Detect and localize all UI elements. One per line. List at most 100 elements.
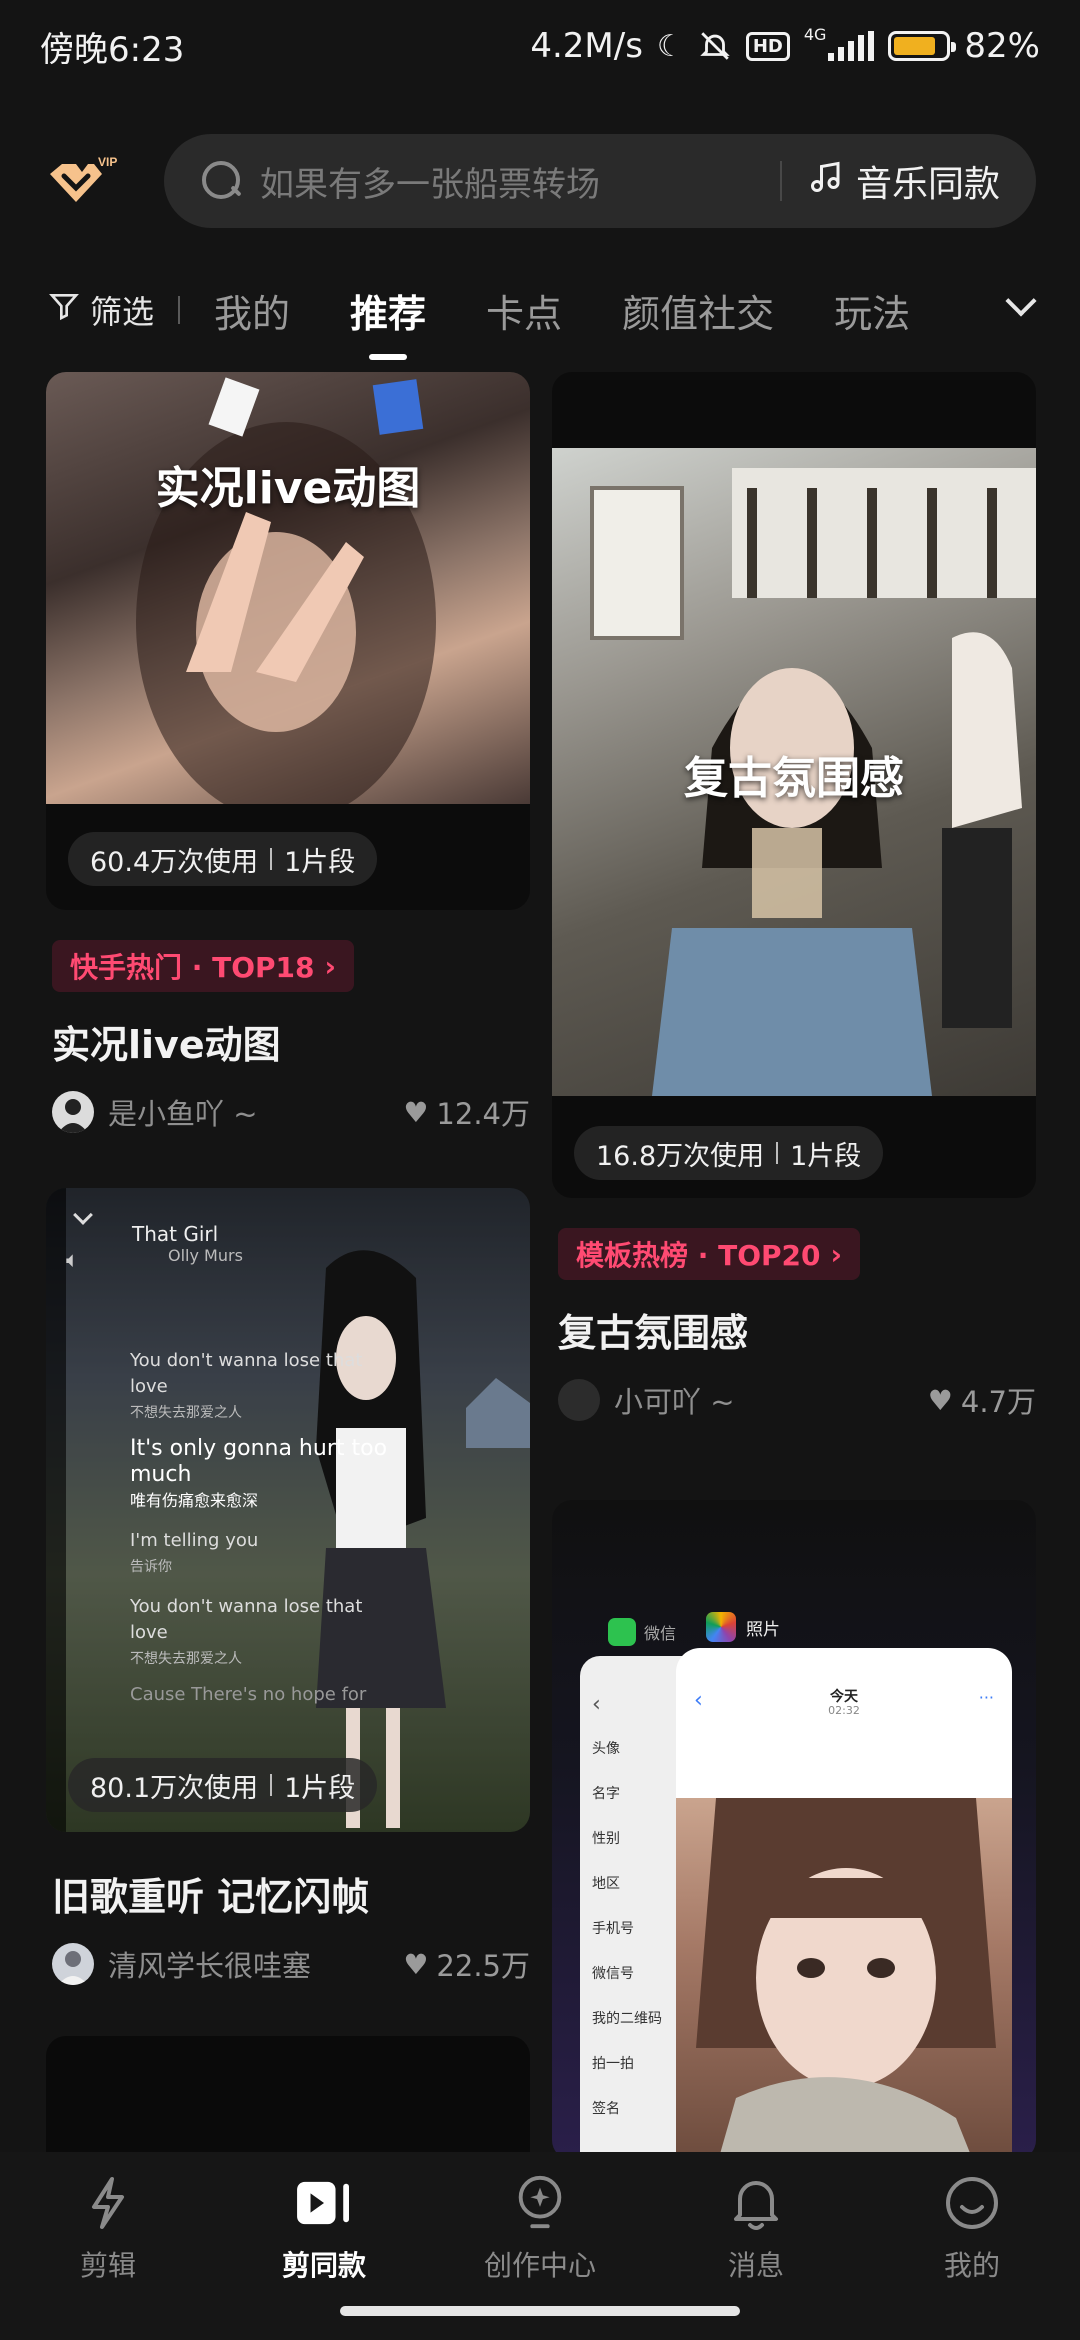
wechat-icon [608,1618,636,1646]
creator-bulb-icon [511,2174,569,2232]
rank-badge[interactable]: 快手热门 · TOP18 › [52,940,355,992]
nav-profile[interactable]: 我的 [864,2152,1080,2340]
photos-app-label: 照片 [706,1612,780,1642]
lyric-line: 唯有伤痛愈来愈深 [130,1491,259,1510]
lyric-line: Cause There's no hope for [130,1684,367,1705]
nav-label: 剪同款 [281,2249,366,2282]
chevron-down-icon[interactable] [1004,290,1034,320]
moon-icon: ☾ [656,28,684,64]
battery-icon [888,31,957,61]
usage-count: 60.4万次使用 [90,846,259,878]
nav-edit[interactable]: 剪辑 [0,2152,216,2340]
usage-pill: 16.8万次使用 1片段 [574,1126,884,1180]
photos-title: 今天 [830,1689,858,1705]
lyric-line: You don't wanna lose that love [130,1350,363,1397]
author-name: 清风学长很哇塞 [108,1949,312,1983]
author-name: 小可吖 ~ [614,1385,735,1419]
search-bar[interactable]: 如果有多一张船票转场 音乐同款 [164,134,1036,228]
music-same-label: 音乐同款 [855,164,1000,205]
clip-count: 1片段 [790,1140,862,1172]
cover-photo [46,372,530,822]
usage-pill: 60.4万次使用 1片段 [68,832,378,886]
filter-icon [48,290,80,330]
tab-mine[interactable]: 我的 [214,283,290,338]
chevron-right-icon: › [830,1237,843,1271]
template-feed: 实况live动图 60.4万次使用 1片段 快手热门 · TOP18 › 实况l… [0,372,1080,2152]
battery-percent: 82% [964,26,1040,66]
lyric-line: 告诉你 [130,1559,172,1575]
search-divider [779,161,782,201]
lyric-line: It's only gonna hurt too much [130,1436,388,1487]
author[interactable]: 小可吖 ~ [558,1379,735,1421]
likes[interactable]: ♥ 12.4万 [403,1091,530,1133]
speaker-icon: 🔈︎ [66,1248,80,1273]
lyric-line: I'm telling you [130,1530,259,1551]
template-card[interactable]: 实况live动图 60.4万次使用 1片段 快手热门 · TOP18 › 实况l… [46,372,530,1133]
nav-label: 消息 [727,2249,784,2282]
rank-badge-label: 模板热榜 · TOP20 [576,1239,821,1272]
card-thumbnail[interactable] [46,2036,530,2152]
card-thumbnail[interactable]: 实况live动图 60.4万次使用 1片段 [46,372,530,910]
heart-icon: ♥ [403,1947,429,1981]
usage-count: 16.8万次使用 [596,1140,765,1172]
like-count: 12.4万 [436,1097,530,1131]
clip-count: 1片段 [284,1772,356,1804]
search-input[interactable]: 如果有多一张船票转场 [260,157,780,206]
card-thumbnail[interactable]: 微信 照片 ‹ 头像 名字 性别 地区 手机号 微信号 我的二维码 拍一拍 签名 [552,1500,1036,2152]
bell-muted-icon [698,29,732,63]
clip-count: 1片段 [284,846,356,878]
home-indicator[interactable] [340,2306,740,2316]
photos-time: 02:32 [828,1704,860,1717]
card-title: 复古氛围感 [558,1311,749,1355]
card-meta: 清风学长很哇塞 ♥ 22.5万 [52,1943,530,1985]
template-card[interactable]: 微信 照片 ‹ 头像 名字 性别 地区 手机号 微信号 我的二维码 拍一拍 签名 [552,1500,1036,2152]
template-card[interactable]: 🔈︎ That Girl Olly Murs You don't wanna l… [46,1188,530,1985]
author[interactable]: 清风学长很哇塞 [52,1943,311,1985]
vip-label: VIP [98,155,117,169]
chevron-right-icon: › [324,949,337,983]
tab-recommend[interactable]: 推荐 [350,283,426,338]
heart-icon: ♥ [927,1383,953,1417]
usage-pill: 80.1万次使用 1片段 [68,1758,378,1812]
status-icons: 4.2M/s ☾ HD 4G 82% [530,25,1040,67]
lyrics-artist: Olly Murs [168,1246,243,1265]
smile-face-icon [943,2174,1001,2232]
filter-button[interactable]: 筛选 [48,287,154,333]
card-thumbnail[interactable]: 复古氛围感 16.8万次使用 1片段 [552,372,1036,1198]
like-count: 22.5万 [436,1949,530,1983]
nav-label: 创作中心 [483,2249,596,2282]
likes[interactable]: ♥ 22.5万 [403,1943,530,1985]
wechat-app-label: 微信 [608,1618,676,1646]
cover-title: 实况live动图 [155,463,421,514]
signal-icon: 4G [804,25,875,61]
lyrics-song: That Girl [132,1222,219,1246]
lyric-line: You don't wanna lose that love [130,1596,363,1643]
author-name: 是小鱼吖 ~ [108,1097,258,1131]
likes[interactable]: ♥ 4.7万 [928,1379,1036,1421]
bell-icon [727,2174,785,2232]
rank-badge-label: 快手热门 · TOP18 [70,951,315,984]
vip-logo-icon[interactable]: VIP [42,152,122,216]
like-count: 4.7万 [960,1385,1036,1419]
template-card[interactable]: 复古氛围感 16.8万次使用 1片段 模板热榜 · TOP20 › 复古氛围感 … [552,372,1036,1421]
music-same-button[interactable]: 音乐同款 [808,155,1036,207]
hd-icon: HD [745,31,790,61]
lyric-line: 不想失去那爱之人 [130,1405,242,1421]
status-time: 傍晚6:23 [40,29,185,70]
tab-gameplay[interactable]: 玩法 [834,283,910,338]
lyrics-block: You don't wanna lose that love 不想失去那爱之人 … [130,1348,400,1708]
author[interactable]: 是小鱼吖 ~ [52,1091,258,1133]
heart-icon: ♥ [403,1095,429,1129]
tab-beauty-social[interactable]: 颜值社交 [622,283,774,338]
usage-count: 80.1万次使用 [90,1772,259,1804]
rank-badge[interactable]: 模板热榜 · TOP20 › [558,1228,861,1280]
template-card[interactable] [46,2036,530,2152]
search-icon [200,159,244,203]
template-play-icon [295,2174,353,2232]
avatar [558,1379,600,1421]
tab-beat[interactable]: 卡点 [486,283,562,338]
category-tabs: 筛选 我的 推荐 卡点 颜值社交 玩法 [0,270,1080,350]
card-meta: 小可吖 ~ ♥ 4.7万 [558,1379,1036,1421]
avatar [52,1943,94,1985]
card-thumbnail[interactable]: 🔈︎ That Girl Olly Murs You don't wanna l… [46,1188,530,1832]
